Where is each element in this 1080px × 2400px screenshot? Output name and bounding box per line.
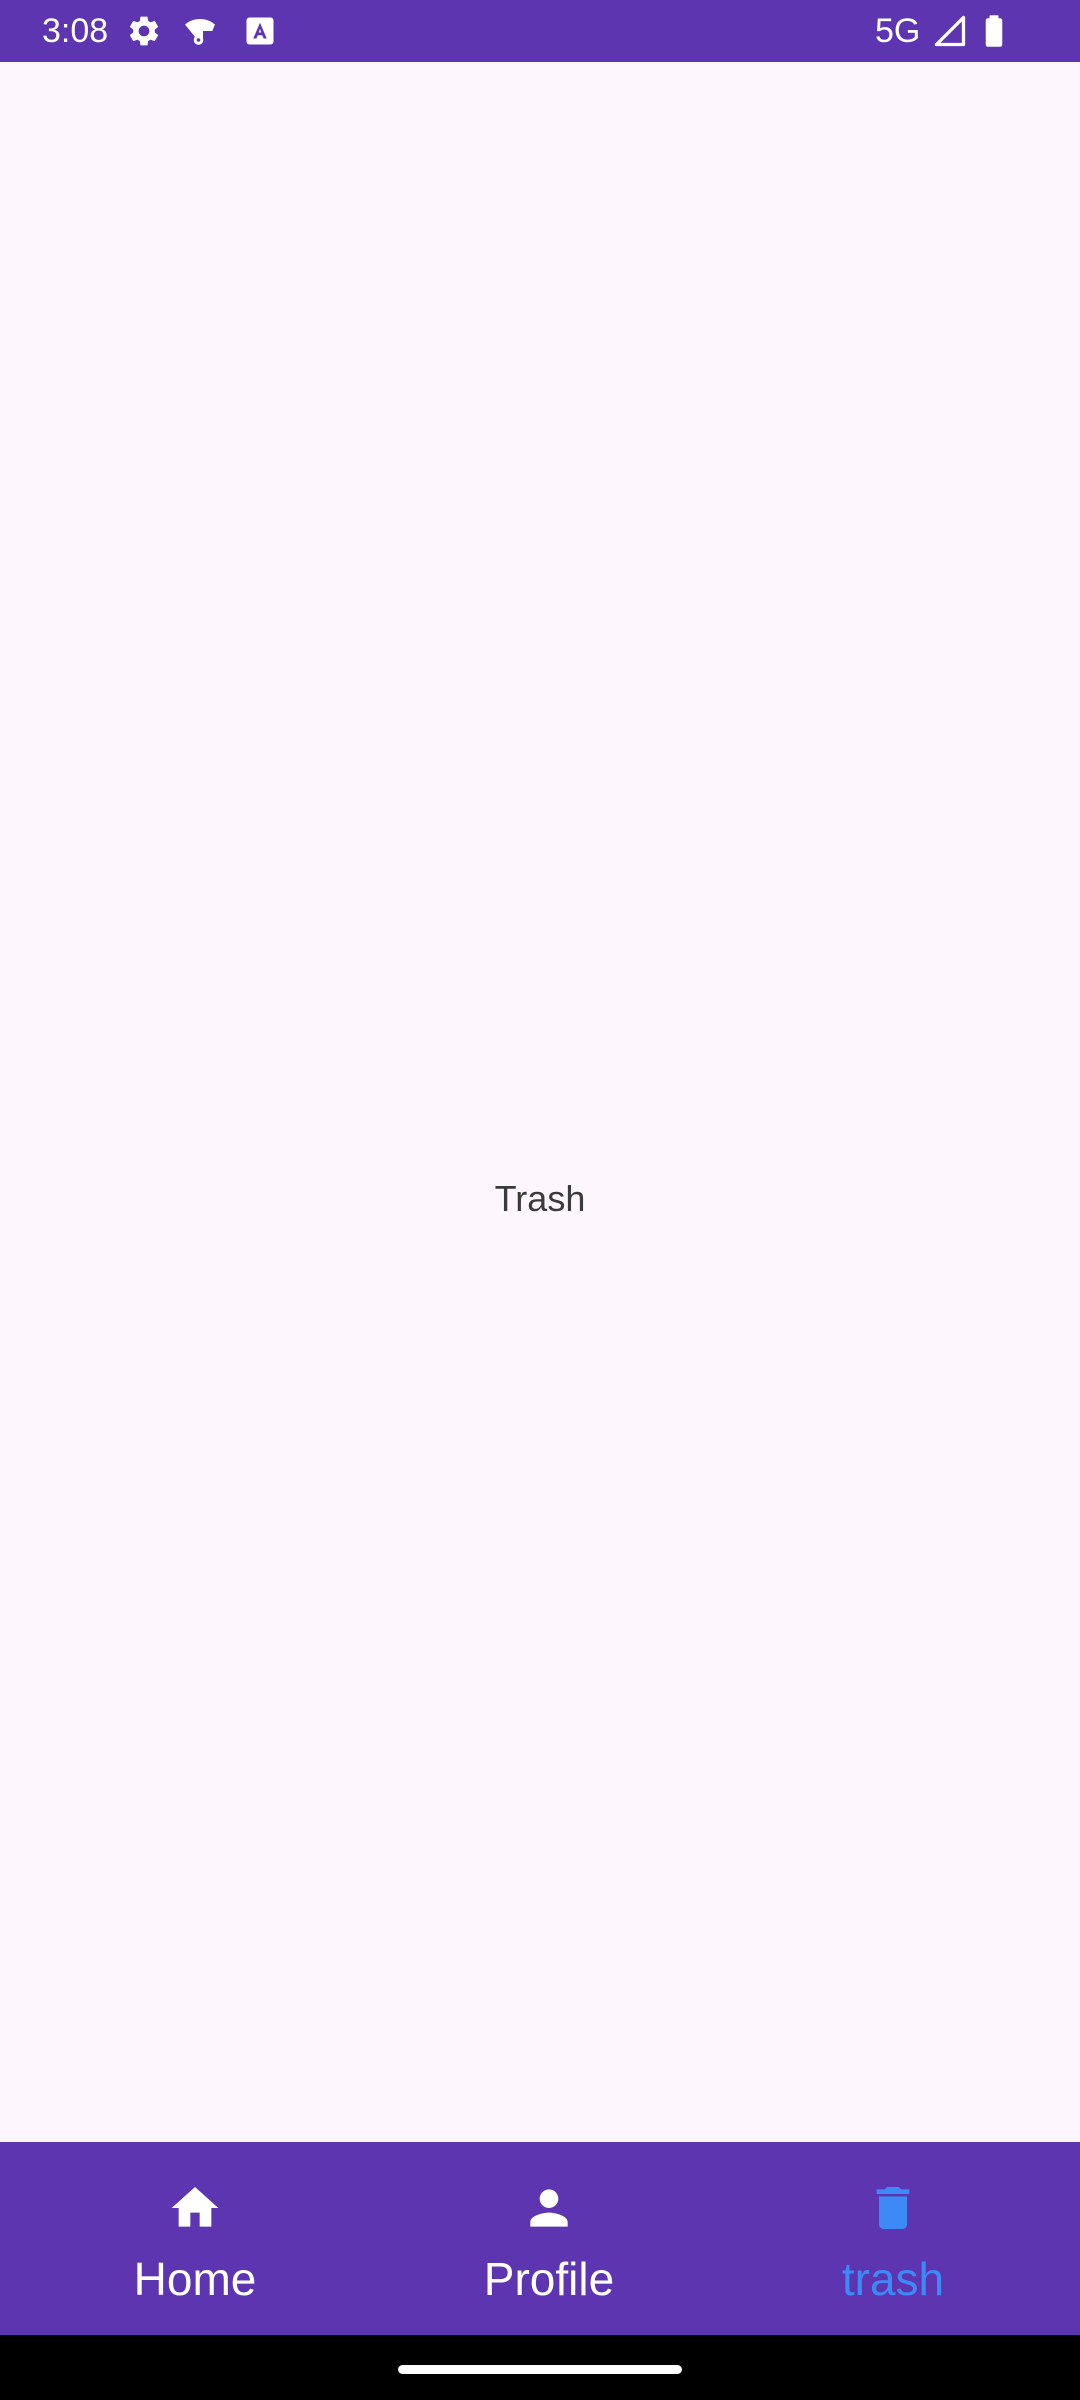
page-label: Trash xyxy=(494,1178,586,1219)
nav-item-home[interactable]: Home xyxy=(65,2142,325,2335)
trash-screen-content: Trash xyxy=(0,62,1080,2142)
home-icon xyxy=(167,2180,223,2236)
network-type: 5G xyxy=(875,12,921,50)
bottom-navigation: Home Profile trash xyxy=(0,2142,1080,2335)
signal-icon xyxy=(932,13,968,49)
nav-label-trash: trash xyxy=(841,2253,945,2305)
app-screen: 3:08 5G Trash Home Profile trash xyxy=(0,0,1080,2400)
status-bar: 3:08 5G xyxy=(0,0,1080,62)
system-navigation-bar xyxy=(0,2335,1080,2400)
gear-icon xyxy=(126,13,162,49)
nav-item-trash[interactable]: trash xyxy=(763,2142,1023,2335)
person-icon xyxy=(521,2180,577,2236)
a-notification-icon xyxy=(242,13,278,49)
nav-label-profile: Profile xyxy=(483,2253,615,2305)
battery-icon xyxy=(976,13,1012,49)
nav-item-profile[interactable]: Profile xyxy=(419,2142,679,2335)
home-gesture-handle[interactable] xyxy=(398,2365,682,2374)
nav-label-home: Home xyxy=(133,2253,257,2305)
status-time: 3:08 xyxy=(42,12,109,50)
wifi-settings-icon xyxy=(182,13,218,49)
trash-icon xyxy=(865,2180,921,2236)
